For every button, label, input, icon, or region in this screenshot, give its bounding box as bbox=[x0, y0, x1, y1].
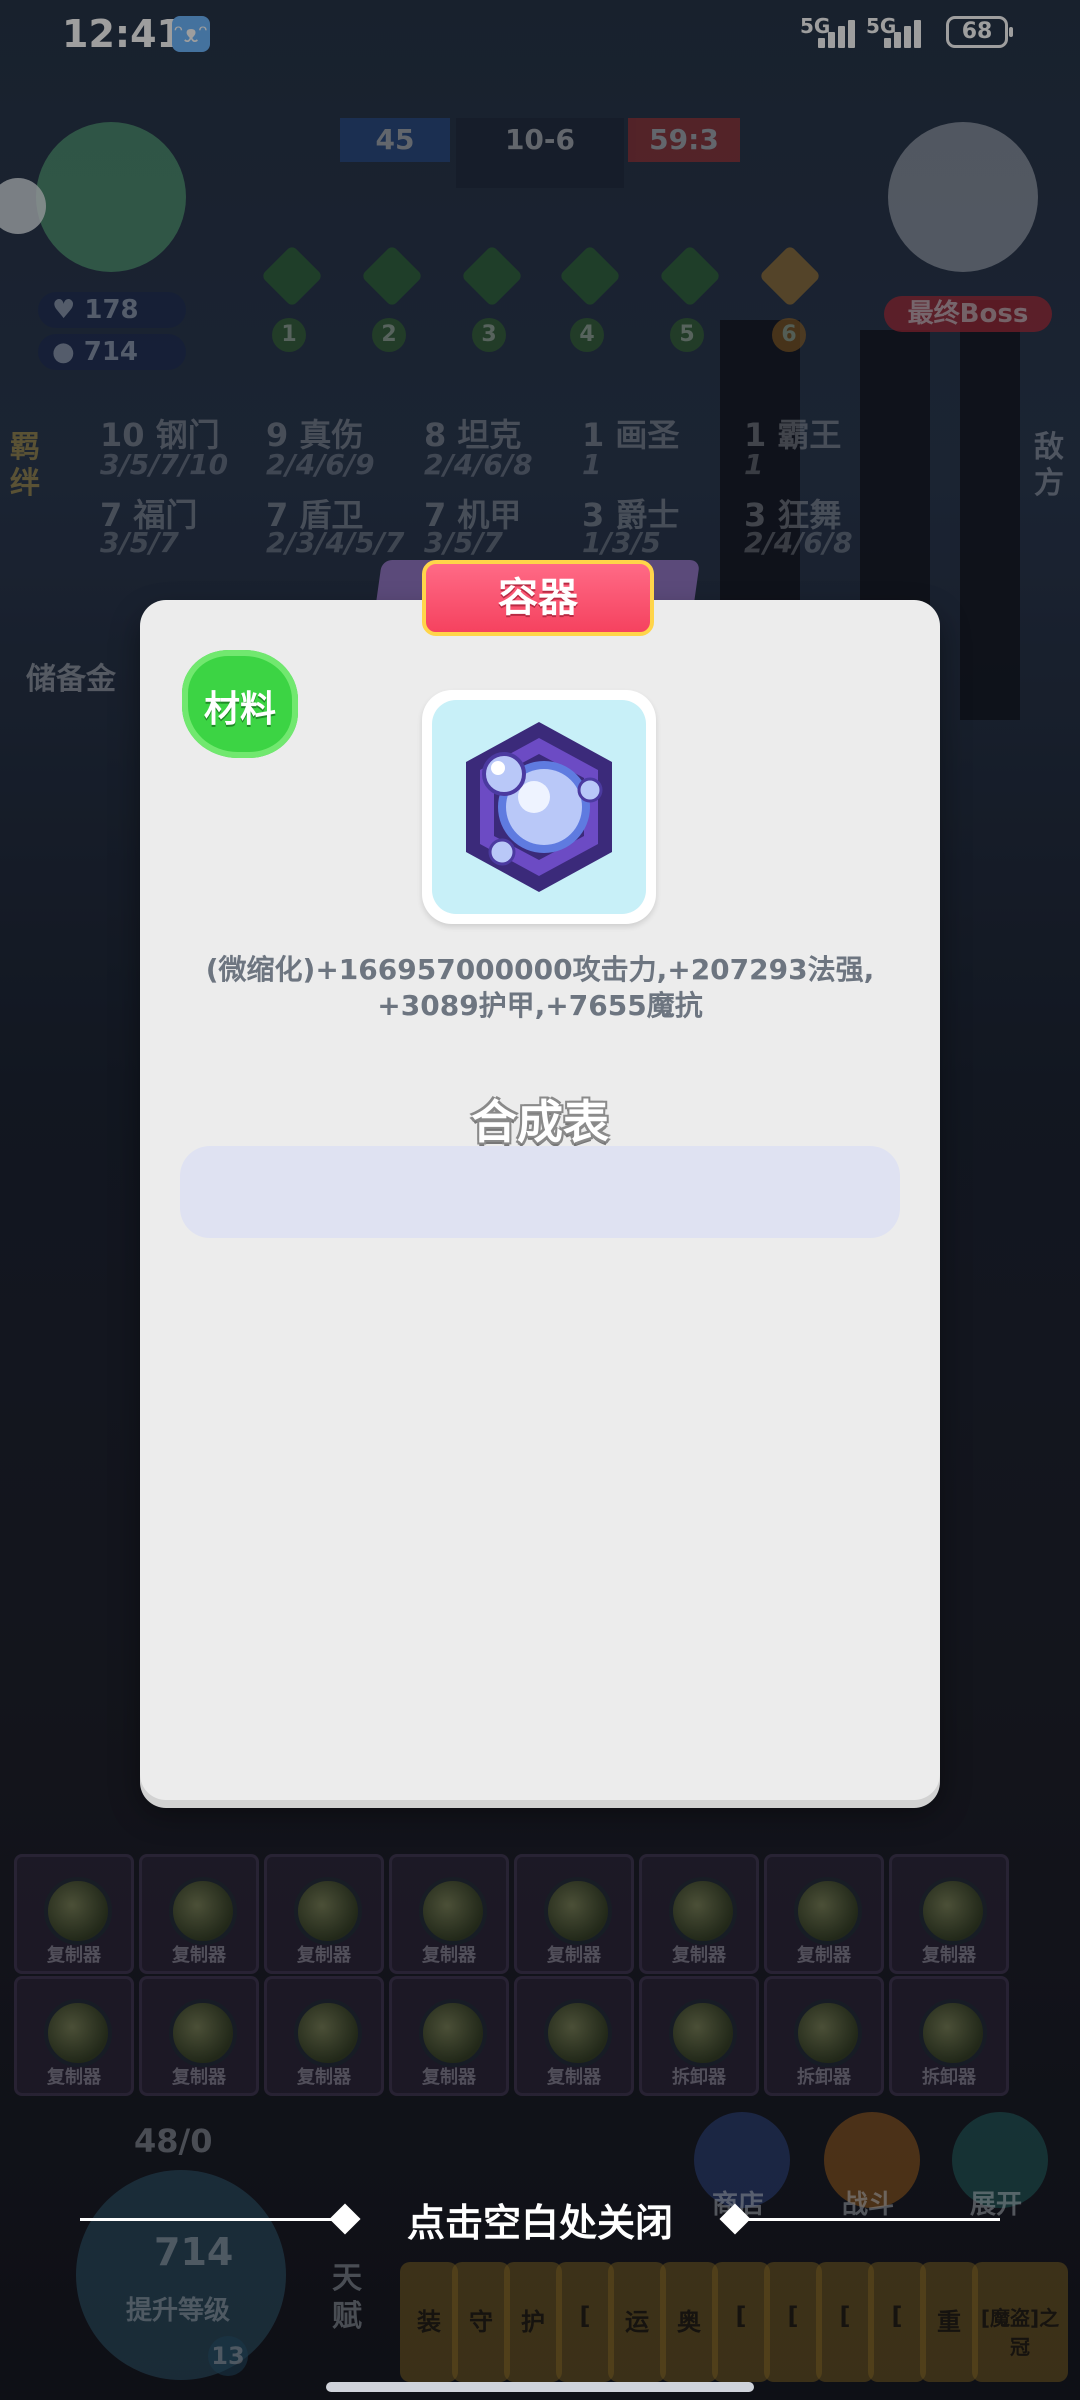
material-badge-label: 材料 bbox=[203, 689, 276, 730]
item-description-line: (微缩化)+166957000000攻击力,+207293法强, bbox=[205, 953, 875, 986]
item-description-line: +3089护甲,+7655魔抗 bbox=[377, 989, 703, 1022]
item-icon-frame bbox=[422, 690, 656, 924]
hint-line-right bbox=[738, 2218, 1000, 2221]
orb-container-icon bbox=[466, 722, 612, 892]
item-description: (微缩化)+166957000000攻击力,+207293法强, +3089护甲… bbox=[170, 952, 910, 1024]
modal-title: 容器 bbox=[422, 560, 654, 636]
home-indicator[interactable] bbox=[326, 2382, 754, 2392]
recipe-title: 合成表 bbox=[471, 1095, 609, 1149]
material-badge: 材料 bbox=[182, 650, 298, 758]
recipe-list bbox=[180, 1146, 900, 1238]
